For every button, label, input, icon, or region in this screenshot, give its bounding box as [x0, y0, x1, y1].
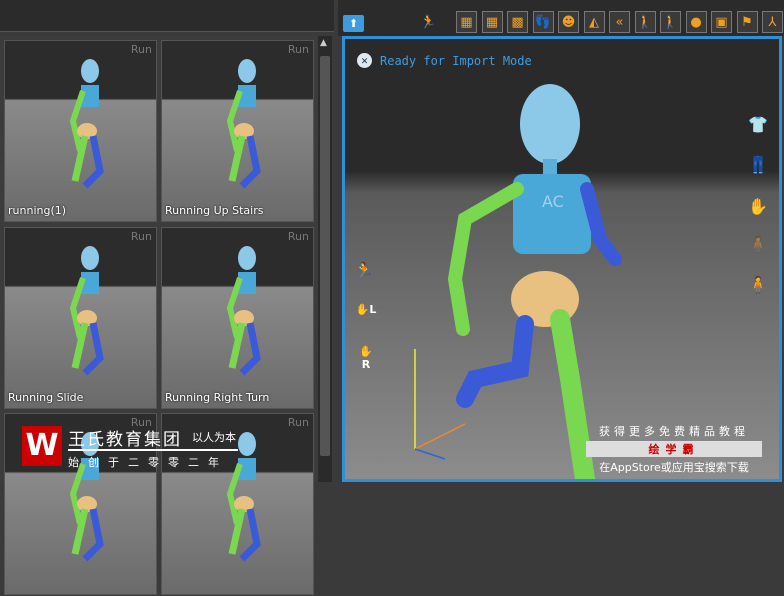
import-folder-icon[interactable]: ⬆ [343, 15, 364, 32]
library-header [0, 0, 334, 32]
chest-label: AC [542, 192, 564, 211]
ball-icon[interactable]: ● [685, 11, 707, 33]
head-icon[interactable]: ☻ [558, 11, 579, 33]
motion-name: Running Right Turn [165, 391, 270, 404]
category-tag: Run [130, 230, 152, 243]
brand-since: 始创于二零零二年 [68, 456, 228, 469]
mirror-icon[interactable]: ◭ [583, 11, 605, 33]
brand-name: 王氏教育集团 [68, 430, 182, 450]
walk-forward-icon[interactable]: 🚶 [660, 11, 681, 33]
grid-icon[interactable]: ▦ [456, 11, 477, 33]
foot-icon[interactable]: 👣 [532, 11, 554, 33]
upper-body-icon[interactable]: 👕 [747, 115, 769, 137]
motion-thumbnail[interactable]: Run Running Right Turn [161, 227, 314, 409]
motion-name: Running Up Stairs [165, 204, 264, 217]
brand-motto: 以人为本 [192, 431, 236, 444]
mannequin-thumb [226, 59, 261, 189]
library-scrollbar[interactable]: ▲ [318, 36, 332, 482]
actor-icon[interactable]: 🏃 [418, 11, 439, 33]
mannequin-thumb [69, 59, 104, 189]
grid-fill-icon[interactable]: ▦ [481, 11, 503, 33]
category-tag: Run [287, 230, 309, 243]
mannequin-thumb [69, 246, 104, 376]
motion-name: running(1) [8, 204, 67, 217]
left-hand-icon[interactable]: ✋L [355, 303, 377, 325]
mannequin-thumb [226, 246, 261, 376]
viewport-toolbar: ▦ ▦ ▩ 👣 ☻ ◭ «🚶 🚶 ● ▣ ⚑ ⅄ [338, 0, 784, 36]
promo-brand: 绘学霸 [586, 441, 762, 457]
mannequin-figure: AC [414, 84, 622, 479]
motion-thumbnail[interactable]: Run Running Slide [4, 227, 157, 409]
scrollbar-thumb[interactable] [320, 56, 330, 456]
axis-icon[interactable]: ⅄ [762, 11, 783, 33]
motion-library-panel: Run running(1) Run Running Up Stairs Run Runn… [0, 36, 318, 595]
body-pose-icon[interactable]: 🏃 [353, 261, 375, 283]
motion-thumbnail[interactable]: Run running(1) [4, 40, 157, 222]
rewind-icon[interactable]: « [609, 11, 630, 33]
promo-watermark: 获得更多免费精品教程 绘学霸 在AppStore或应用宝搜索下载 [584, 423, 764, 475]
motion-name: Running Slide [8, 391, 84, 404]
flag-icon[interactable]: ⚑ [736, 11, 758, 33]
promo-line-1: 获得更多免费精品教程 [599, 425, 749, 438]
right-hand-icon[interactable]: ✋R [355, 345, 377, 371]
motion-thumbnail[interactable]: Run Running Up Stairs [161, 40, 314, 222]
brand-logo-icon: W [22, 426, 62, 466]
camera-frame-icon[interactable]: ▣ [711, 11, 732, 33]
full-body-dim-icon[interactable]: 🧍 [747, 235, 769, 257]
checker-floor-icon[interactable]: ▩ [507, 11, 528, 33]
lower-body-icon[interactable]: 👖 [747, 155, 769, 177]
hand-icon[interactable]: ✋ [747, 197, 769, 219]
category-tag: Run [130, 43, 152, 56]
full-body-icon[interactable]: 🧍 [747, 275, 769, 297]
walk-on-spot-icon[interactable]: 🚶 [634, 11, 656, 33]
watermark-logo: W 王氏教育集团 以人为本 始创于二零零二年 [20, 423, 250, 471]
3d-viewport[interactable]: ✕ Ready for Import Mode AC 🏃 ✋L ✋R 👕 👖 ✋… [342, 36, 782, 482]
promo-line-2: 在AppStore或应用宝搜索下载 [599, 461, 749, 474]
scroll-up-icon[interactable]: ▲ [320, 38, 327, 48]
category-tag: Run [287, 43, 309, 56]
category-tag: Run [287, 416, 309, 429]
